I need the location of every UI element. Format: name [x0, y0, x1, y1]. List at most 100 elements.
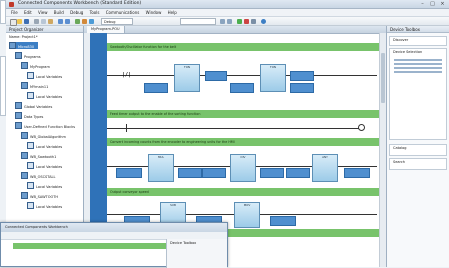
zoom-in-icon[interactable] [220, 19, 225, 24]
stop-icon[interactable] [244, 19, 249, 24]
variable-block-14[interactable] [270, 216, 296, 226]
menu-window[interactable]: Window [146, 9, 162, 17]
rung-2-coil[interactable] [358, 124, 365, 131]
tree-item-label: Local Variables [36, 95, 63, 99]
tree-item[interactable]: Local Variables [27, 72, 62, 79]
save-icon[interactable] [24, 19, 29, 24]
menu-debug[interactable]: Debug [70, 9, 83, 17]
menu-communications[interactable]: Communications [106, 9, 140, 17]
rung-1-contact[interactable]: |/| [122, 72, 131, 78]
help-icon[interactable] [261, 19, 266, 24]
tree-item-label: WB_Sawtooth1 [30, 155, 57, 159]
undo-icon[interactable] [58, 19, 63, 24]
discover-label[interactable]: Discover [393, 37, 408, 44]
tree-item[interactable]: User-Defined Function Blocks [15, 122, 75, 129]
step-icon[interactable] [251, 19, 256, 24]
close-icon[interactable]: × [438, 1, 447, 7]
variable-block-9[interactable] [260, 168, 284, 178]
tree-item[interactable]: Data Types [15, 112, 43, 119]
scrollbar-thumb[interactable] [381, 53, 385, 103]
tree-item-label: Global Variables [24, 105, 53, 109]
variable-block-4[interactable] [290, 71, 314, 81]
tree-item[interactable]: Global Variables [15, 102, 52, 109]
connect-icon[interactable] [82, 19, 87, 24]
overlapping-window-side-pane: Device Toolbox [166, 239, 227, 268]
tab-myprogram[interactable]: MyProgram-POU [87, 26, 125, 33]
tree-item[interactable]: WB_Sawtooth1 [21, 152, 56, 159]
rung-comment-3[interactable]: Convert incoming counts from the encoder… [107, 138, 380, 146]
copy-icon[interactable] [41, 19, 46, 24]
rung-2-wire [107, 128, 362, 129]
variable-block-7[interactable] [178, 168, 202, 178]
function-block-1[interactable]: TON [174, 64, 200, 92]
minimize-icon[interactable]: – [418, 1, 427, 7]
open-icon[interactable] [17, 19, 22, 24]
catalog-label[interactable]: Catalog [393, 146, 406, 150]
menu-build[interactable]: Build [54, 9, 64, 17]
rung-comment-2[interactable]: Feed timer output to the enable of the s… [107, 110, 380, 118]
catalog-panel: Catalog [389, 144, 447, 156]
tree-item-label: WB_SAWTOOTH [30, 195, 58, 199]
function-block-7[interactable]: MOV [234, 202, 260, 228]
menu-view[interactable]: View [38, 9, 48, 17]
variable-block-1[interactable] [144, 83, 168, 93]
variable-block-10[interactable] [286, 168, 310, 178]
function-block-5[interactable]: ANY [312, 154, 338, 182]
variable-block-5[interactable] [290, 83, 314, 93]
variable-block-2[interactable] [205, 71, 227, 81]
variable-block-11[interactable] [344, 168, 370, 178]
tree-item[interactable]: Micro830 [9, 42, 39, 49]
variable-block-3[interactable] [230, 83, 254, 93]
tree-item[interactable]: Local Variables [27, 202, 62, 209]
overlapping-window[interactable]: Connected Components Workbench Device To… [0, 222, 228, 268]
device-tree-item[interactable] [394, 71, 442, 73]
tree-item[interactable]: Programs [15, 52, 41, 59]
cut-icon[interactable] [34, 19, 39, 24]
paste-icon[interactable] [48, 19, 53, 24]
download-icon[interactable] [89, 19, 94, 24]
redo-icon[interactable] [65, 19, 70, 24]
tree-item-label: Micro830 [18, 45, 35, 49]
variables-icon [27, 202, 34, 209]
maximize-icon[interactable]: □ [428, 1, 437, 7]
search-label[interactable]: Search [393, 160, 405, 164]
tree-item[interactable]: Local Variables [27, 182, 62, 189]
device-tree-item[interactable] [394, 63, 442, 65]
device-tree-item[interactable] [394, 67, 442, 69]
discover-panel: Discover [389, 36, 447, 46]
tree-item[interactable]: Local Variables [27, 92, 62, 99]
tree-item[interactable]: WB_OSCSTALL [21, 172, 55, 179]
editor-tab-strip: MyProgram-POU [84, 26, 386, 34]
folder-icon [15, 112, 22, 119]
overlapping-window-side-title: Device Toolbox [170, 241, 197, 245]
menu-help[interactable]: Help [168, 9, 177, 17]
function-block-2[interactable]: TON [260, 64, 286, 92]
tree-item[interactable]: Local Variables [27, 142, 62, 149]
rung-2-contact-left[interactable] [126, 124, 127, 132]
tree-item[interactable]: MyProgram [21, 62, 50, 69]
zoom-out-icon[interactable] [227, 19, 232, 24]
rung-comment-1[interactable]: Sawtooth/Oscillator function for the bel… [107, 43, 380, 51]
variable-block-8[interactable] [202, 168, 226, 178]
variable-block-6[interactable] [116, 168, 142, 178]
run-icon[interactable] [237, 19, 242, 24]
mode-combo[interactable]: Debug [101, 18, 133, 25]
function-block-4[interactable]: DIV [230, 154, 256, 182]
tree-item[interactable]: WB_GlobalAlgorithm [21, 132, 66, 139]
tree-item[interactable]: Local Variables [27, 162, 62, 169]
tree-item-label: MyProgram [30, 65, 50, 69]
menu-tools[interactable]: Tools [90, 9, 100, 17]
tree-item-label: WB_GlobalAlgorithm [30, 135, 66, 139]
build-icon[interactable] [75, 19, 80, 24]
menu-edit[interactable]: Edit [24, 9, 32, 17]
rung-comment-4[interactable]: Output conveyor speed [107, 188, 380, 196]
tree-item[interactable]: WB_SAWTOOTH [21, 192, 58, 199]
folder-icon [21, 62, 28, 69]
target-combo[interactable] [180, 18, 216, 25]
device-tree-item[interactable] [394, 59, 442, 61]
tree-item[interactable]: MYmain11 [21, 82, 48, 89]
new-icon[interactable] [10, 19, 17, 26]
menu-file[interactable]: File [11, 9, 18, 17]
function-block-3[interactable]: MUL [148, 154, 174, 182]
editor-vertical-scrollbar[interactable] [379, 33, 386, 267]
